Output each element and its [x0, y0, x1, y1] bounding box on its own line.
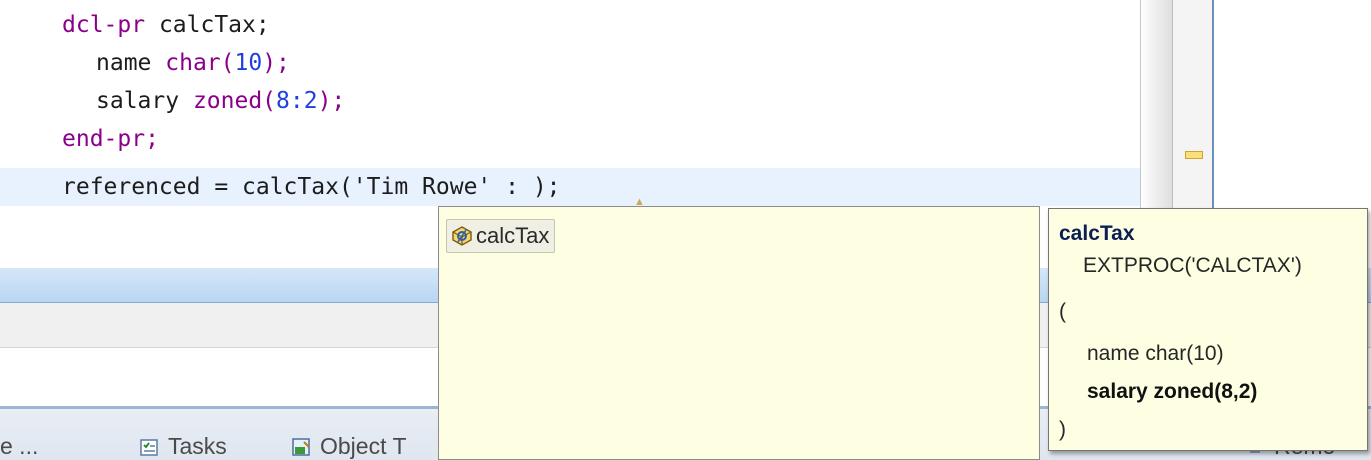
- tab-label: Object T: [320, 433, 407, 459]
- code-text: calcTax;: [145, 12, 270, 38]
- code-line-1[interactable]: dcl-pr calcTax;: [0, 6, 1140, 44]
- tab-label: e ...: [0, 433, 39, 459]
- code-line-4[interactable]: end-pr;: [0, 120, 1140, 158]
- code-text: : );: [491, 174, 561, 200]
- tasks-icon: [140, 439, 158, 456]
- tab-label: Tasks: [168, 433, 227, 459]
- keyword-end-pr: end-pr;: [62, 126, 159, 152]
- code-text: referenced = calcTax(: [62, 174, 353, 200]
- tooltip-title: calcTax: [1059, 222, 1135, 245]
- code-line-2[interactable]: name char(10);: [0, 44, 1140, 82]
- tooltip-param-salary-active: salary zoned(8,2): [1087, 380, 1258, 403]
- param-type: zoned(: [192, 88, 277, 114]
- object-table-icon: [292, 438, 310, 456]
- parameter-hint-tooltip: calcTax EXTPROC('CALCTAX') ( name char(1…: [1048, 208, 1368, 451]
- keyword-dcl-pr: dcl-pr: [62, 12, 146, 38]
- param-close: );: [262, 50, 290, 76]
- occurrence-marker-icon[interactable]: [1185, 151, 1203, 159]
- param-name: salary: [96, 88, 193, 114]
- tab-truncated[interactable]: e ...: [0, 433, 38, 460]
- param-length: 8:2: [276, 88, 318, 114]
- content-assist-item-calctax[interactable]: calcTax: [446, 219, 556, 253]
- tooltip-close-paren: ): [1059, 418, 1066, 441]
- tab-object-table[interactable]: Object T: [292, 433, 407, 460]
- param-name: name: [96, 50, 166, 76]
- tab-tasks[interactable]: Tasks: [140, 433, 227, 460]
- tooltip-extproc: EXTPROC('CALCTAX'): [1083, 254, 1302, 277]
- code-line-5-current[interactable]: referenced = calcTax('Tim Rowe' : );: [0, 168, 1140, 206]
- param-close: );: [317, 88, 346, 114]
- tooltip-open-paren: (: [1059, 300, 1066, 323]
- tooltip-param-name: name char(10): [1087, 342, 1224, 365]
- code-line-3[interactable]: salary zoned(8:2);: [0, 82, 1140, 120]
- param-type: char(: [165, 50, 235, 76]
- content-assist-popup[interactable]: calcTax: [438, 206, 1040, 460]
- procedure-icon: [452, 226, 472, 246]
- string-literal: 'Tim Rowe': [352, 174, 492, 200]
- param-length: 10: [234, 50, 263, 76]
- item-label: calcTax: [476, 223, 550, 248]
